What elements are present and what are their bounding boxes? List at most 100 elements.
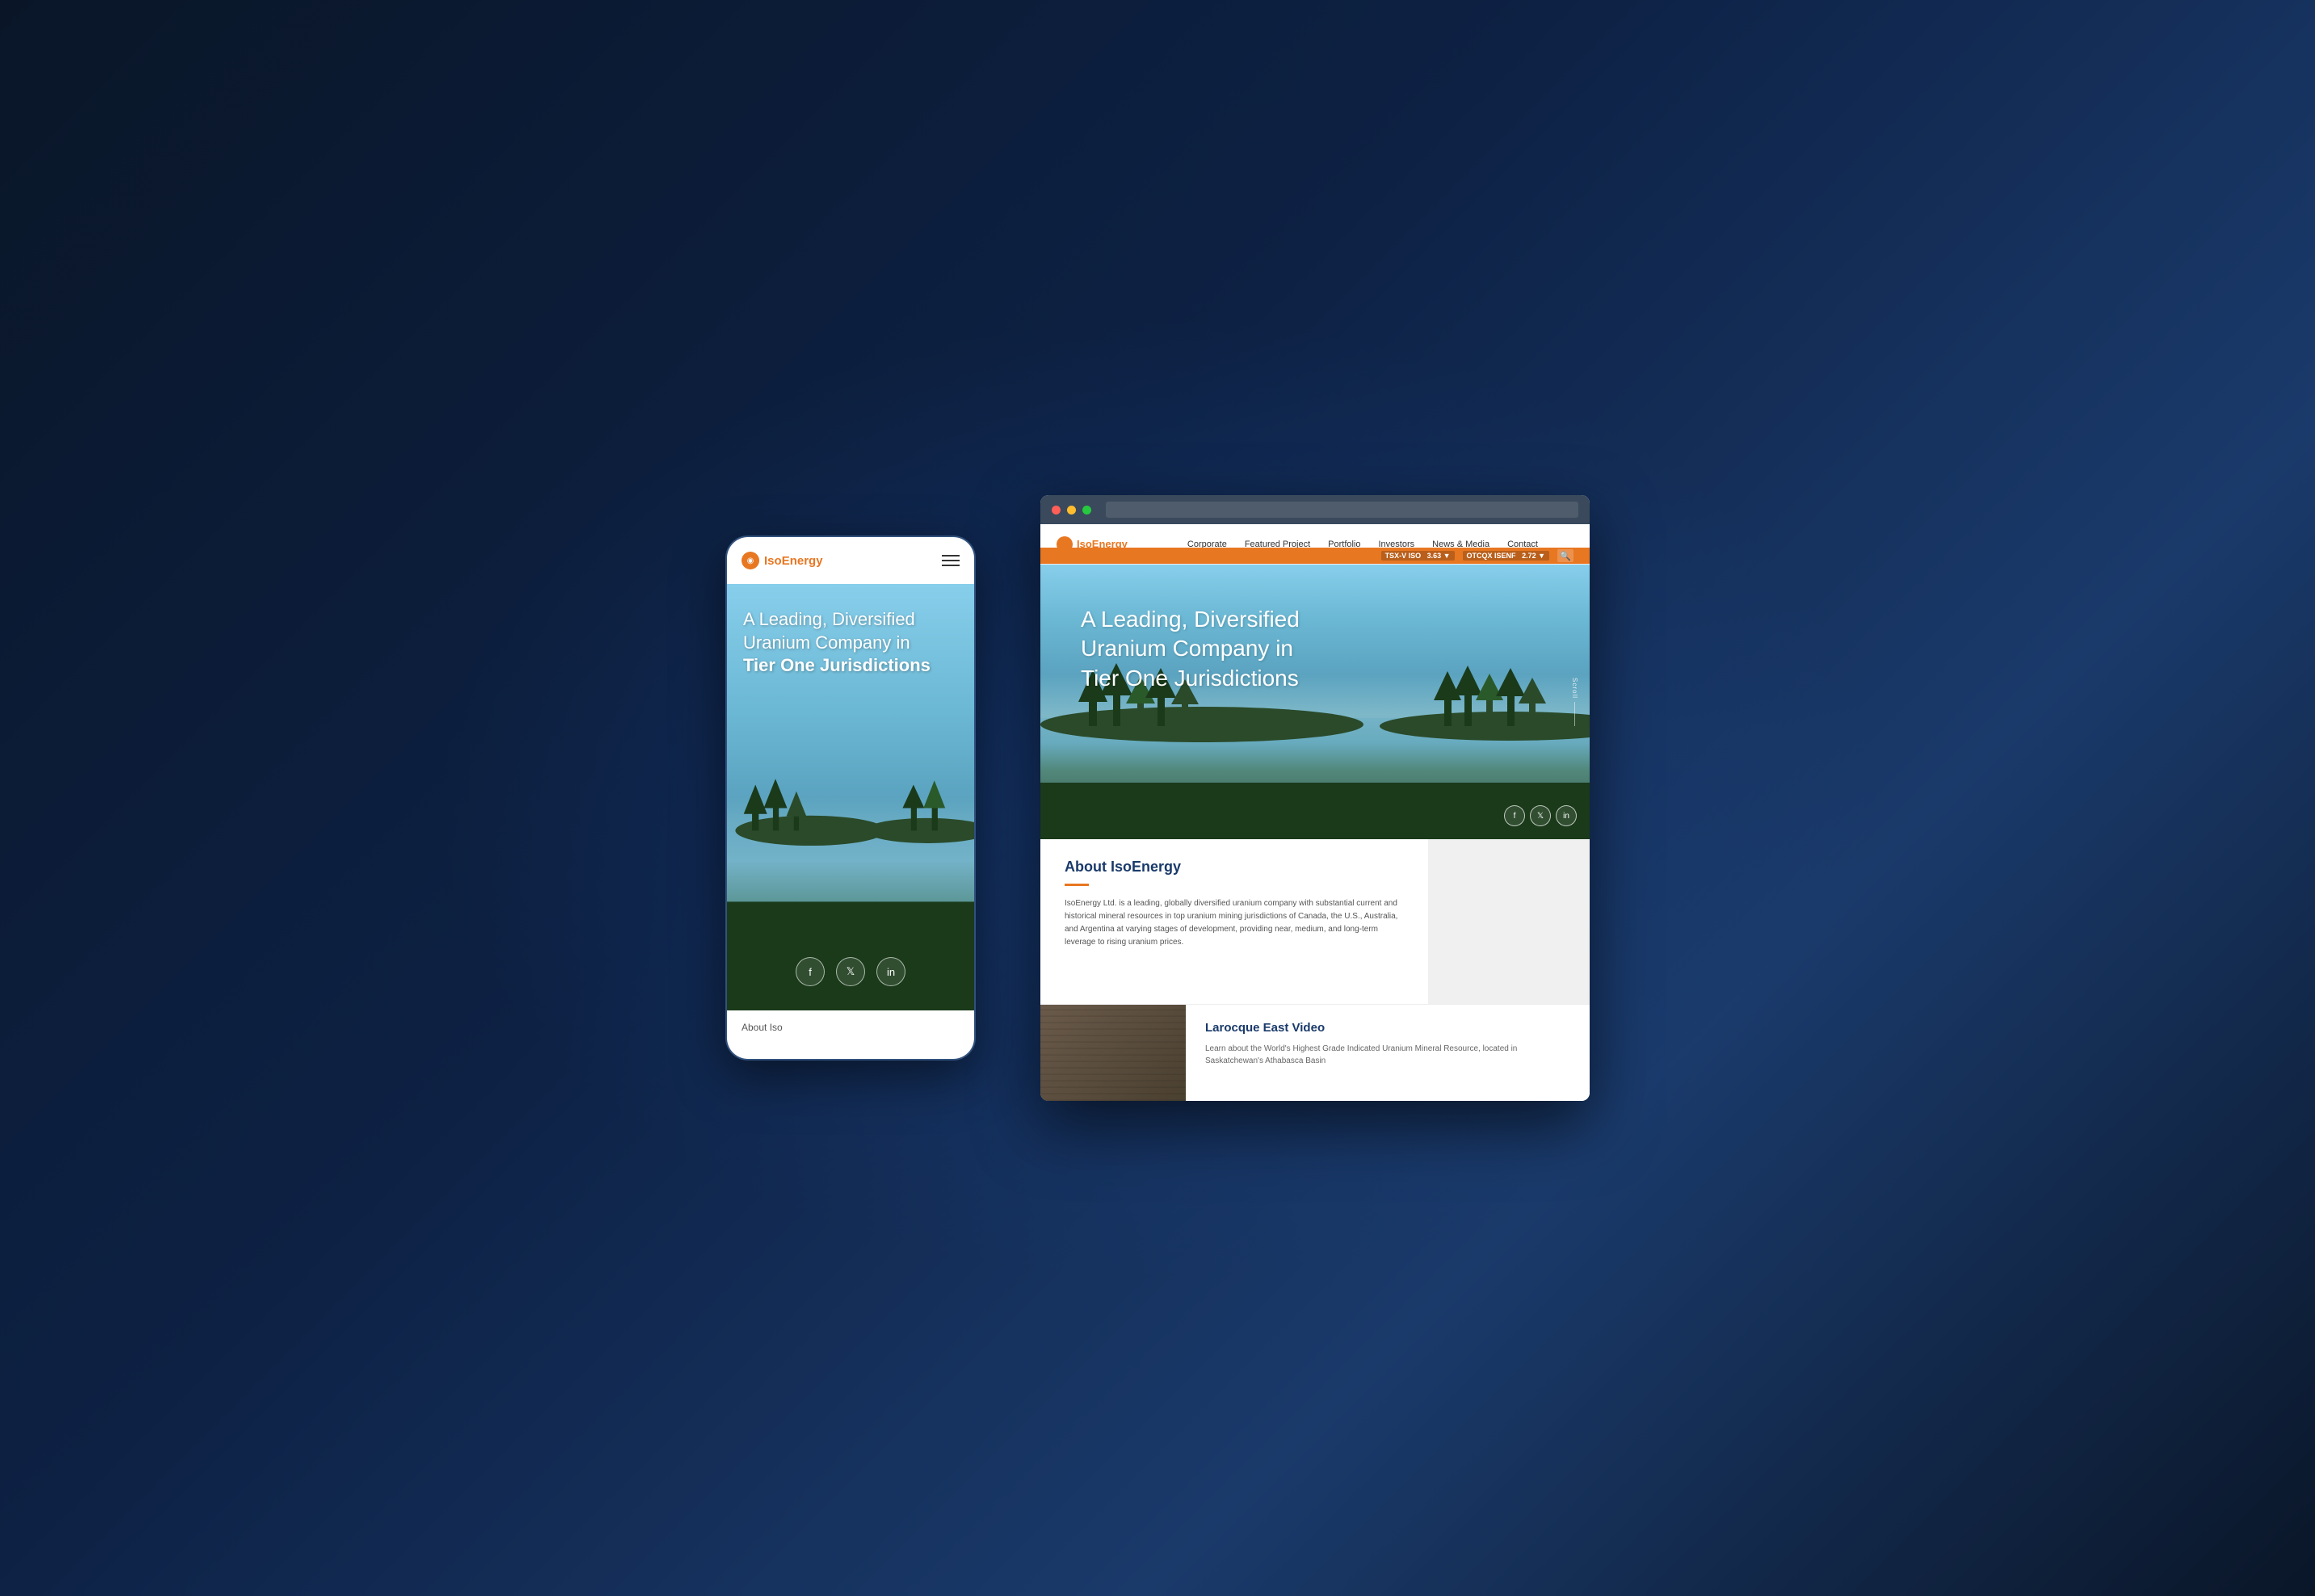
- mobile-tree-trunk-3: [794, 805, 799, 830]
- dt-tree-9: [1496, 668, 1525, 696]
- desktop-facebook-button[interactable]: f: [1504, 805, 1525, 826]
- mobile-headline-line1: A Leading, Diversified: [743, 609, 915, 629]
- mobile-hero-text: A Leading, Diversified Uranium Company i…: [743, 608, 958, 678]
- mobile-tree-3: [787, 792, 807, 817]
- mobile-tree-trunk-5: [932, 797, 938, 830]
- video-description: Learn about the World's Highest Grade In…: [1205, 1043, 1570, 1067]
- browser-maximize-dot[interactable]: [1082, 506, 1091, 514]
- dt-9: [1507, 686, 1515, 726]
- mobile-header: IsoEnergy: [727, 537, 974, 584]
- desktop-scroll-line: [1574, 702, 1575, 726]
- mobile-tree-4: [902, 784, 924, 808]
- about-title: About IsoEnergy: [1065, 859, 1404, 876]
- dt-tree-7: [1453, 666, 1482, 695]
- mobile-water-reflection: [727, 826, 974, 910]
- mobile-island-left: [735, 816, 885, 846]
- otcqx-label: OTCQX ISENF: [1467, 552, 1516, 560]
- desktop-ticker-bar: TSX-V ISO 3.63 ▼ OTCQX ISENF 2.72 ▼ 🔍: [1040, 548, 1590, 564]
- desktop-twitter-button[interactable]: 𝕏: [1530, 805, 1551, 826]
- video-info: Larocque East Video Learn about the Worl…: [1186, 1005, 1590, 1101]
- desktop-video-section: ▶ Larocque East Video Learn about the Wo…: [1040, 1004, 1590, 1101]
- dt-6: [1444, 690, 1452, 726]
- mobile-logo-plain: Iso: [764, 554, 782, 568]
- dt-3: [1137, 692, 1144, 726]
- desktop-nav: IsoEnergy Corporate Featured Project Por…: [1040, 524, 1590, 565]
- otcqx-ticker: OTCQX ISENF 2.72 ▼: [1463, 551, 1549, 561]
- mobile-headline-line3: Tier One Jurisdictions: [743, 655, 931, 675]
- desktop-island-left: [1040, 707, 1363, 742]
- mobile-tree-2: [764, 779, 788, 808]
- desktop-linkedin-icon: in: [1563, 812, 1569, 821]
- desktop-facebook-icon: f: [1514, 812, 1516, 821]
- video-thumbnail-bg: [1040, 1005, 1186, 1101]
- hamburger-line-3: [942, 565, 960, 566]
- mobile-twitter-button[interactable]: 𝕏: [836, 957, 865, 986]
- mobile-logo-icon: [742, 552, 759, 569]
- tsx-label: TSX-V ISO: [1385, 552, 1422, 560]
- desktop-browser: IsoEnergy Corporate Featured Project Por…: [1040, 495, 1590, 1101]
- mobile-logo: IsoEnergy: [742, 552, 823, 569]
- desktop-water: [1040, 718, 1590, 783]
- dt-1: [1089, 690, 1097, 726]
- dt-8: [1486, 690, 1493, 726]
- dt-tree-6: [1434, 671, 1461, 700]
- desktop-hero-text: A Leading, Diversified Uranium Company i…: [1081, 605, 1300, 693]
- mobile-linkedin-icon: in: [887, 966, 895, 978]
- browser-content: IsoEnergy Corporate Featured Project Por…: [1040, 524, 1590, 1101]
- mobile-social-icons: f 𝕏 in: [727, 957, 974, 986]
- mobile-tree-1: [744, 784, 767, 813]
- video-title: Larocque East Video: [1205, 1021, 1570, 1035]
- desktop-headline-line1: A Leading, Diversified: [1081, 607, 1300, 632]
- desktop-hero: A Leading, Diversified Uranium Company i…: [1040, 565, 1590, 839]
- mobile-about-snippet: About Iso: [727, 1010, 974, 1059]
- dt-10: [1529, 692, 1536, 726]
- hamburger-line-1: [942, 555, 960, 556]
- mobile-headline-line2: Uranium Company in: [743, 632, 910, 653]
- mobile-facebook-button[interactable]: f: [796, 957, 825, 986]
- browser-chrome: [1040, 495, 1590, 524]
- mobile-logo-bold: Energy: [782, 554, 823, 568]
- desktop-social-icons: f 𝕏 in: [1504, 805, 1577, 826]
- desktop-search-button[interactable]: 🔍: [1557, 549, 1573, 562]
- mobile-facebook-icon: f: [809, 966, 812, 978]
- hamburger-menu[interactable]: [942, 555, 960, 566]
- scene: IsoEnergy: [725, 495, 1590, 1101]
- mobile-tree-trunk-2: [773, 797, 779, 830]
- desktop-scroll-indicator: Scroll: [1571, 678, 1578, 726]
- mobile-about-text: About Iso: [742, 1022, 960, 1033]
- mobile-tree-trunk-4: [911, 801, 917, 830]
- browser-close-dot[interactable]: [1052, 506, 1061, 514]
- about-body-text: IsoEnergy Ltd. is a leading, globally di…: [1065, 897, 1404, 949]
- about-divider: [1065, 884, 1089, 886]
- mobile-tree-trunk-1: [752, 801, 758, 830]
- otcqx-value: 2.72 ▼: [1522, 552, 1545, 560]
- browser-minimize-dot[interactable]: [1067, 506, 1076, 514]
- mobile-tree-5: [923, 780, 945, 808]
- desktop-twitter-icon: 𝕏: [1537, 812, 1544, 821]
- mobile-island-right: [865, 818, 974, 843]
- dt-tree-10: [1519, 678, 1546, 704]
- mobile-hero: A Leading, Diversified Uranium Company i…: [727, 584, 974, 1010]
- mobile-ground: [727, 901, 974, 1010]
- desktop-headline-line3: Tier One Jurisdictions: [1081, 666, 1299, 691]
- dt-5: [1182, 694, 1188, 726]
- hamburger-line-2: [942, 560, 960, 561]
- browser-address-bar[interactable]: [1106, 502, 1578, 518]
- mobile-twitter-icon: 𝕏: [847, 965, 855, 978]
- desktop-about-right-panel: [1428, 839, 1590, 1004]
- tsx-value: 3.63 ▼: [1427, 552, 1451, 560]
- dt-tree-8: [1476, 674, 1503, 700]
- mobile-device: IsoEnergy: [725, 536, 976, 1060]
- dt-7: [1464, 684, 1472, 726]
- tsx-ticker: TSX-V ISO 3.63 ▼: [1381, 551, 1455, 561]
- video-thumbnail[interactable]: ▶: [1040, 1005, 1186, 1101]
- mobile-logo-text: IsoEnergy: [764, 554, 823, 568]
- desktop-headline-line2: Uranium Company in: [1081, 636, 1293, 661]
- desktop-scroll-text: Scroll: [1571, 678, 1578, 699]
- desktop-island-right: [1380, 712, 1590, 741]
- desktop-about-section: About IsoEnergy IsoEnergy Ltd. is a lead…: [1040, 839, 1590, 1004]
- desktop-linkedin-button[interactable]: in: [1556, 805, 1577, 826]
- desktop-about-left: About IsoEnergy IsoEnergy Ltd. is a lead…: [1040, 839, 1428, 1004]
- mobile-linkedin-button[interactable]: in: [876, 957, 905, 986]
- dt-4: [1158, 687, 1165, 726]
